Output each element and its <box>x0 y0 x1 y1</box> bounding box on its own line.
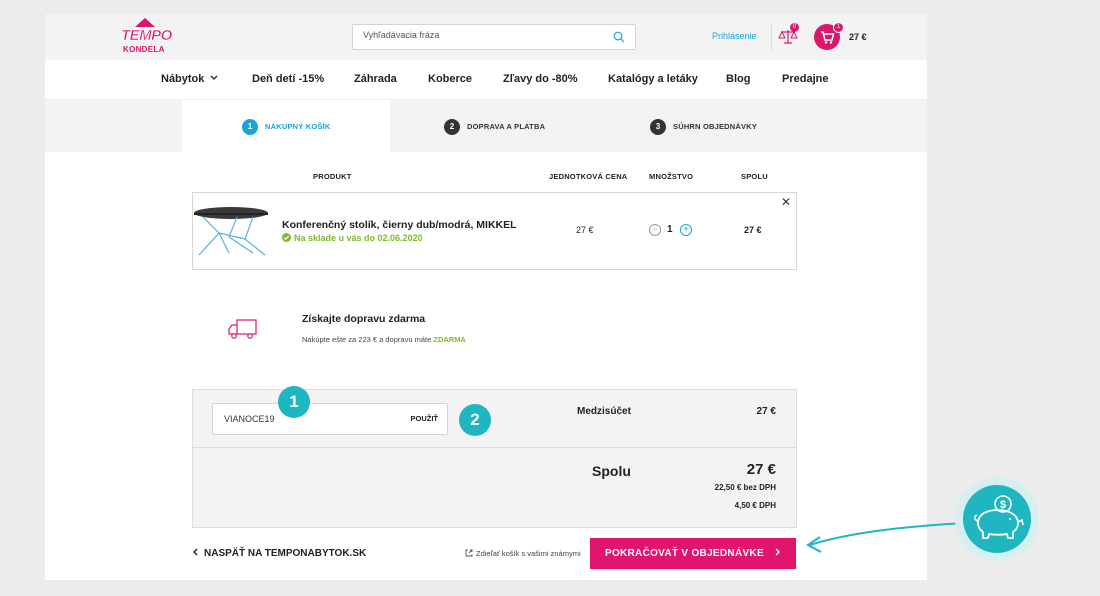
chevron-right-icon <box>775 548 781 556</box>
total-label: Spolu <box>592 463 631 479</box>
row-total: 27 € <box>744 225 762 235</box>
nav-item-nabytok[interactable]: Nábytok <box>161 73 218 85</box>
logo-text-kondela: KONDELA <box>123 45 165 54</box>
nav-item-den-deti[interactable]: Deň detí -15% <box>252 73 324 85</box>
column-header-total: SPOLU <box>741 172 768 181</box>
step-order-summary[interactable]: 3 SÚHRN OBJEDNÁVKY <box>641 100 801 152</box>
piggy-bank-icon: $ <box>963 485 1031 553</box>
quantity-value[interactable]: 1 <box>667 224 673 235</box>
unit-price: 27 € <box>576 225 594 235</box>
chevron-down-icon <box>211 75 218 80</box>
back-to-shop-link[interactable]: NASPÄŤ NA TEMPONABYTOK.SK <box>192 548 366 559</box>
subtotal-label: Medzisúčet <box>577 406 631 417</box>
tempo-kondela-logo[interactable]: TEMPO KONDELA <box>121 18 173 58</box>
top-header: TEMPO KONDELA Prihlásenie 0 <box>45 14 927 60</box>
stock-status: Na sklade u vás do 02.06.2020 <box>282 233 423 243</box>
free-shipping-title: Získajte dopravu zdarma <box>302 313 426 325</box>
quantity-increase-button[interactable]: + <box>680 224 692 236</box>
delivery-truck-icon <box>228 319 257 339</box>
cart-item-row: Konferenčný stolík, čierny dub/modrá, MI… <box>192 192 797 270</box>
header-divider <box>771 24 772 50</box>
total-value: 27 € <box>746 461 776 478</box>
step-label: DOPRAVA A PLATBA <box>467 122 546 131</box>
product-name-link[interactable]: Konferenčný stolík, čierny dub/modrá, MI… <box>282 219 517 231</box>
step-shipping-payment[interactable]: 2 DOPRAVA A PLATBA <box>435 100 585 152</box>
nav-item-zahrada[interactable]: Záhrada <box>354 73 397 85</box>
stock-text: Na sklade u vás do 02.06.2020 <box>294 233 423 243</box>
compare-button[interactable]: 0 <box>778 23 799 46</box>
summary-divider <box>193 447 796 448</box>
step-number: 2 <box>444 119 460 135</box>
chevron-left-icon <box>193 548 198 556</box>
remove-item-close-icon[interactable]: ✕ <box>781 195 791 209</box>
column-header-quantity: MNOŽSTVO <box>649 172 694 181</box>
vat-amount: 4,50 € DPH <box>734 501 776 510</box>
annotation-marker-1: 1 <box>278 386 310 418</box>
step-label: SÚHRN OBJEDNÁVKY <box>673 122 758 131</box>
share-cart-link[interactable]: Zdieľať košík s vašimi známymi <box>465 549 581 558</box>
continue-order-label: POKRAČOVAŤ V OBJEDNÁVKE <box>604 548 764 559</box>
continue-order-button[interactable]: POKRAČOVAŤ V OBJEDNÁVKE <box>590 538 796 569</box>
nav-item-blog[interactable]: Blog <box>726 73 750 85</box>
column-header-product: PRODUKT <box>313 172 352 181</box>
logo-text-tempo: TEMPO <box>121 27 173 45</box>
check-circle-icon <box>282 233 291 242</box>
free-shipping-note: Nakúpte ešte za 223 € a dopravu máte ZDA… <box>302 335 466 344</box>
nav-item-label: Nábytok <box>161 73 205 85</box>
annotation-arrow-icon <box>806 522 966 553</box>
step-cart[interactable]: 1 NÁKUPNÝ KOŠÍK <box>182 100 390 152</box>
free-shipping-banner: Získajte dopravu zdarma Nakúpte ešte za … <box>192 290 795 380</box>
free-shipping-highlight: ZDARMA <box>433 335 466 344</box>
nav-item-koberce[interactable]: Koberce <box>428 73 472 85</box>
back-link-label: NASPÄŤ NA TEMPONABYTOK.SK <box>204 548 367 559</box>
coupon-input[interactable] <box>222 413 396 425</box>
free-shipping-note-text: Nakúpte ešte za 223 € a dopravu máte <box>302 335 432 344</box>
main-navigation: Nábytok Deň detí -15% Záhrada Koberce Zľ… <box>45 61 927 100</box>
external-link-icon <box>465 549 473 557</box>
cart-total-header[interactable]: 27 € <box>849 32 867 42</box>
nav-item-zlavy[interactable]: Zľavy do -80% <box>503 73 578 85</box>
login-link[interactable]: Prihlásenie <box>712 31 757 41</box>
annotation-marker-2: 2 <box>459 404 491 436</box>
step-label: NÁKUPNÝ KOŠÍK <box>265 122 331 131</box>
step-number: 1 <box>242 119 258 135</box>
cart-count-badge: 1 <box>833 22 844 33</box>
subtotal-value: 27 € <box>756 406 776 417</box>
column-header-unit-price: JEDNOTKOVÁ CENA <box>549 172 628 181</box>
apply-coupon-button[interactable]: POUŽIŤ <box>411 414 439 423</box>
coupon-box: POUŽIŤ <box>212 403 448 435</box>
share-cart-label: Zdieľať košík s vašimi známymi <box>476 549 581 558</box>
logo-roof-icon <box>135 18 155 27</box>
cart-button[interactable]: 1 <box>814 22 844 50</box>
search-input[interactable] <box>361 29 605 41</box>
search-icon[interactable] <box>613 31 625 43</box>
search-box <box>352 24 636 50</box>
cart-page: TEMPO KONDELA Prihlásenie 0 <box>45 14 927 580</box>
step-number: 3 <box>650 119 666 135</box>
compare-count-badge: 0 <box>790 23 799 32</box>
svg-text:$: $ <box>1000 499 1006 511</box>
nav-item-predajne[interactable]: Predajne <box>782 73 828 85</box>
nav-item-katalogy[interactable]: Katalógy a letáky <box>608 73 698 85</box>
quantity-decrease-button[interactable]: − <box>649 224 661 236</box>
checkout-steps: 1 NÁKUPNÝ KOŠÍK 2 DOPRAVA A PLATBA 3 SÚH… <box>45 100 927 152</box>
product-image[interactable] <box>193 203 271 259</box>
price-without-vat: 22,50 € bez DPH <box>714 483 776 492</box>
